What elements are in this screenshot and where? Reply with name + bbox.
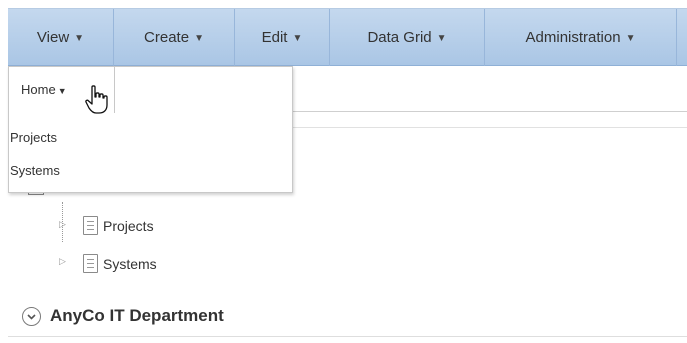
view-dropdown-menu: Home ▼ Projects Systems xyxy=(8,66,293,193)
divider xyxy=(293,127,687,128)
menu-administration[interactable]: Administration ▼ xyxy=(485,9,677,66)
menu-edit[interactable]: Edit ▼ xyxy=(235,9,330,66)
region-title: AnyCo IT Department xyxy=(50,306,224,325)
document-icon xyxy=(83,254,98,273)
caret-down-icon: ▼ xyxy=(74,33,85,44)
menu-administration-label: Administration xyxy=(525,29,621,46)
menu-data-grid[interactable]: Data Grid ▼ xyxy=(330,9,485,66)
caret-down-icon: ▼ xyxy=(292,33,303,44)
menu-bar: View ▼ Create ▼ Edit ▼ Data Grid ▼ Administr… xyxy=(8,8,687,66)
menu-create-label: Create xyxy=(144,29,190,46)
menu-view[interactable]: View ▼ xyxy=(8,9,114,66)
dropdown-item-projects[interactable]: Projects xyxy=(10,130,57,145)
hand-pointer-icon xyxy=(85,85,108,114)
dropdown-item-home-label: Home ▼ xyxy=(21,82,67,97)
menu-edit-label: Edit xyxy=(261,29,288,46)
dropdown-item-systems[interactable]: Systems xyxy=(10,163,60,178)
caret-down-icon: ▼ xyxy=(436,33,447,44)
triangle-right-icon[interactable]: ▷ xyxy=(59,256,66,267)
menu-view-label: View xyxy=(36,29,70,46)
menu-create[interactable]: Create ▼ xyxy=(114,9,235,66)
triangle-right-icon[interactable]: ▷ xyxy=(59,219,66,230)
tree-node-systems[interactable]: Systems xyxy=(103,256,157,272)
caret-down-icon: ▼ xyxy=(194,33,204,44)
caret-down-icon: ▼ xyxy=(625,33,636,44)
caret-down-icon: ▼ xyxy=(57,86,67,96)
divider xyxy=(8,336,687,337)
tree-node-projects[interactable]: Projects xyxy=(103,218,154,234)
chevron-down-circle-icon[interactable] xyxy=(22,307,41,326)
menu-data-grid-label: Data Grid xyxy=(367,29,432,46)
document-icon xyxy=(83,216,98,235)
